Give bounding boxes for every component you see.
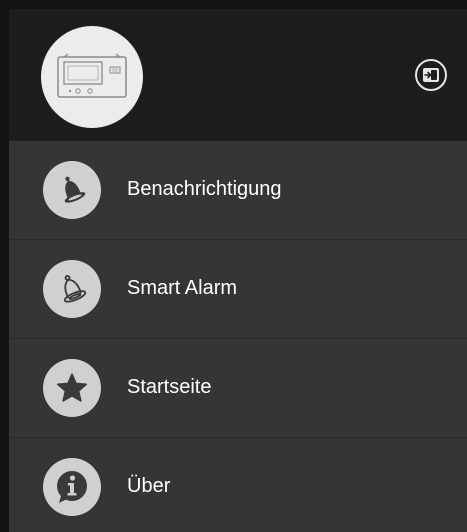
menu-item-label: Startseite <box>127 376 212 398</box>
navigation-drawer: Benachrichtigung Smart Alarm Startseite … <box>9 9 467 532</box>
app-frame: Benachrichtigung Smart Alarm Startseite … <box>0 0 467 532</box>
bell-filled-icon <box>43 161 101 219</box>
drawer-header <box>9 9 467 141</box>
device-icon <box>57 53 127 98</box>
menu-item-label: Über <box>127 475 171 497</box>
menu-item-startseite[interactable]: Startseite <box>9 339 467 438</box>
bell-outline-icon <box>43 260 101 318</box>
switch-device-icon <box>423 68 439 82</box>
menu-item-benachrichtigung[interactable]: Benachrichtigung <box>9 141 467 240</box>
drawer-menu: Benachrichtigung Smart Alarm Startseite … <box>9 141 467 532</box>
menu-item-label: Benachrichtigung <box>127 178 282 200</box>
menu-item-ueber[interactable]: Über <box>9 438 467 532</box>
menu-item-label: Smart Alarm <box>127 277 238 299</box>
menu-item-smart-alarm[interactable]: Smart Alarm <box>9 240 467 339</box>
switch-device-button[interactable] <box>415 59 447 91</box>
info-icon <box>43 458 101 516</box>
star-icon <box>43 359 101 417</box>
device-avatar[interactable] <box>41 26 143 128</box>
